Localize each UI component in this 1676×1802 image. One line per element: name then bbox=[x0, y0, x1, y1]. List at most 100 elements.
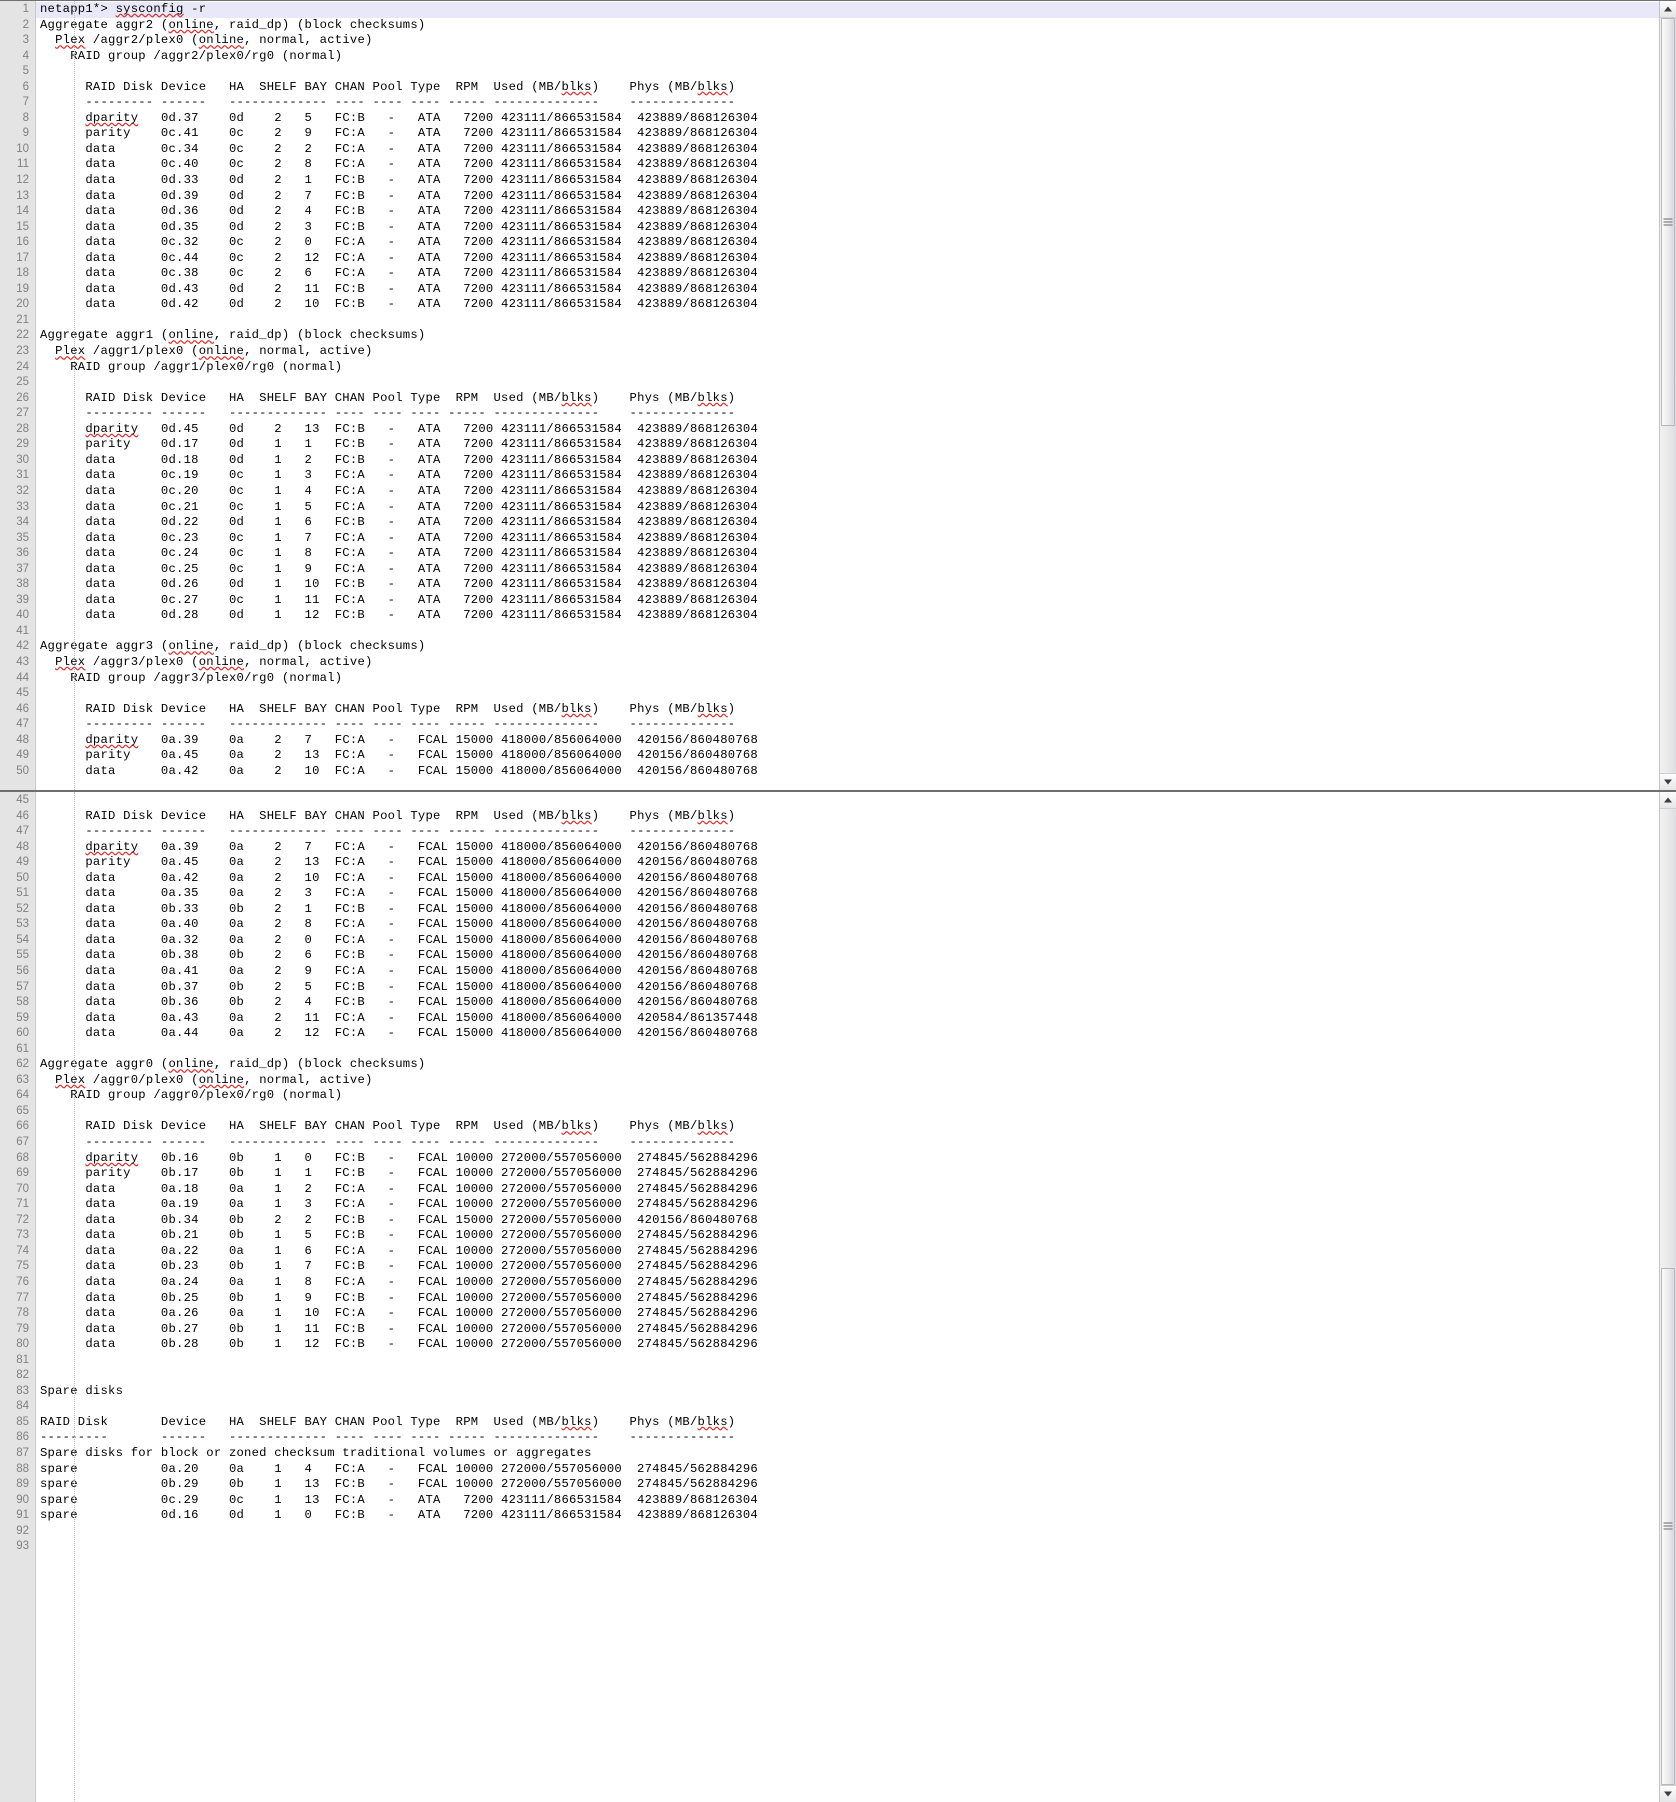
vertical-scrollbar-bottom[interactable] bbox=[1659, 792, 1676, 1802]
code-line[interactable]: RAID Disk Device HA SHELF BAY CHAN Pool … bbox=[36, 1119, 1659, 1135]
code-line[interactable]: Plex /aggr0/plex0 (online, normal, activ… bbox=[36, 1073, 1659, 1089]
scrollbar-thumb-top[interactable] bbox=[1661, 18, 1675, 426]
code-line[interactable]: Aggregate aggr2 (online, raid_dp) (block… bbox=[36, 18, 1659, 34]
code-line[interactable]: data 0c.25 0c 1 9 FC:A - ATA 7200 423111… bbox=[36, 562, 1659, 578]
code-line[interactable]: RAID Disk Device HA SHELF BAY CHAN Pool … bbox=[36, 702, 1659, 718]
code-line[interactable]: data 0c.20 0c 1 4 FC:A - ATA 7200 423111… bbox=[36, 484, 1659, 500]
code-line[interactable]: data 0c.38 0c 2 6 FC:A - ATA 7200 423111… bbox=[36, 266, 1659, 282]
code-line[interactable] bbox=[36, 1399, 1659, 1415]
code-line[interactable]: data 0a.44 0a 2 12 FC:A - FCAL 15000 418… bbox=[36, 1026, 1659, 1042]
code-line[interactable]: data 0d.43 0d 2 11 FC:B - ATA 7200 42311… bbox=[36, 282, 1659, 298]
code-line[interactable]: data 0b.25 0b 1 9 FC:B - FCAL 10000 2720… bbox=[36, 1291, 1659, 1307]
code-line[interactable]: data 0d.42 0d 2 10 FC:B - ATA 7200 42311… bbox=[36, 297, 1659, 313]
code-line[interactable]: parity 0d.17 0d 1 1 FC:B - ATA 7200 4231… bbox=[36, 437, 1659, 453]
code-line[interactable] bbox=[36, 64, 1659, 80]
code-line[interactable]: spare 0d.16 0d 1 0 FC:B - ATA 7200 42311… bbox=[36, 1508, 1659, 1524]
code-line[interactable]: netapp1*> sysconfig -r bbox=[36, 2, 1659, 18]
code-line[interactable]: data 0b.21 0b 1 5 FC:B - FCAL 10000 2720… bbox=[36, 1228, 1659, 1244]
code-line[interactable]: Plex /aggr3/plex0 (online, normal, activ… bbox=[36, 655, 1659, 671]
code-line[interactable]: Plex /aggr2/plex0 (online, normal, activ… bbox=[36, 33, 1659, 49]
code-line[interactable] bbox=[36, 1353, 1659, 1369]
code-line[interactable]: RAID Disk Device HA SHELF BAY CHAN Pool … bbox=[36, 809, 1659, 825]
code-line[interactable]: --------- ------ ------------- ---- ----… bbox=[36, 1430, 1659, 1446]
code-line[interactable]: --------- ------ ------------- ---- ----… bbox=[36, 717, 1659, 733]
code-line[interactable] bbox=[36, 793, 1659, 809]
code-line[interactable]: RAID group /aggr3/plex0/rg0 (normal) bbox=[36, 671, 1659, 687]
code-line[interactable]: dparity 0a.39 0a 2 7 FC:A - FCAL 15000 4… bbox=[36, 733, 1659, 749]
code-line[interactable]: data 0c.21 0c 1 5 FC:A - ATA 7200 423111… bbox=[36, 500, 1659, 516]
vertical-scrollbar-top[interactable] bbox=[1659, 1, 1676, 790]
code-text-area-bottom[interactable]: RAID Disk Device HA SHELF BAY CHAN Pool … bbox=[36, 792, 1659, 1802]
code-line[interactable]: data 0b.38 0b 2 6 FC:B - FCAL 15000 4180… bbox=[36, 948, 1659, 964]
code-line[interactable]: --------- ------ ------------- ---- ----… bbox=[36, 406, 1659, 422]
code-text-area-top[interactable]: netapp1*> sysconfig -r Aggregate aggr2 (o… bbox=[36, 1, 1659, 790]
code-line[interactable]: data 0c.19 0c 1 3 FC:A - ATA 7200 423111… bbox=[36, 468, 1659, 484]
code-line[interactable]: RAID Disk Device HA SHELF BAY CHAN Pool … bbox=[36, 1415, 1659, 1431]
code-line[interactable]: data 0a.24 0a 1 8 FC:A - FCAL 10000 2720… bbox=[36, 1275, 1659, 1291]
code-line[interactable]: Aggregate aggr1 (online, raid_dp) (block… bbox=[36, 328, 1659, 344]
code-line[interactable]: --------- ------ ------------- ---- ----… bbox=[36, 824, 1659, 840]
code-line[interactable]: Spare disks for block or zoned checksum … bbox=[36, 1446, 1659, 1462]
code-line[interactable]: spare 0b.29 0b 1 13 FC:B - FCAL 10000 27… bbox=[36, 1477, 1659, 1493]
code-line[interactable]: data 0d.26 0d 1 10 FC:B - ATA 7200 42311… bbox=[36, 577, 1659, 593]
code-line[interactable]: data 0c.34 0c 2 2 FC:A - ATA 7200 423111… bbox=[36, 142, 1659, 158]
code-line[interactable]: dparity 0d.45 0d 2 13 FC:B - ATA 7200 42… bbox=[36, 422, 1659, 438]
code-line[interactable]: data 0c.44 0c 2 12 FC:A - ATA 7200 42311… bbox=[36, 251, 1659, 267]
code-line[interactable]: data 0d.39 0d 2 7 FC:B - ATA 7200 423111… bbox=[36, 189, 1659, 205]
code-line[interactable]: dparity 0a.39 0a 2 7 FC:A - FCAL 15000 4… bbox=[36, 840, 1659, 856]
code-line[interactable]: data 0a.32 0a 2 0 FC:A - FCAL 15000 4180… bbox=[36, 933, 1659, 949]
code-line[interactable]: data 0a.42 0a 2 10 FC:A - FCAL 15000 418… bbox=[36, 764, 1659, 780]
scroll-up-button-bottom[interactable] bbox=[1660, 792, 1676, 809]
scrollbar-thumb-bottom[interactable] bbox=[1661, 1267, 1675, 1785]
code-line[interactable] bbox=[36, 1539, 1659, 1555]
code-line[interactable]: RAID group /aggr0/plex0/rg0 (normal) bbox=[36, 1088, 1659, 1104]
code-line[interactable]: data 0b.23 0b 1 7 FC:B - FCAL 10000 2720… bbox=[36, 1259, 1659, 1275]
code-line[interactable]: RAID Disk Device HA SHELF BAY CHAN Pool … bbox=[36, 391, 1659, 407]
code-line[interactable]: data 0a.22 0a 1 6 FC:A - FCAL 10000 2720… bbox=[36, 1244, 1659, 1260]
code-line[interactable]: data 0a.26 0a 1 10 FC:A - FCAL 10000 272… bbox=[36, 1306, 1659, 1322]
scroll-down-button-top[interactable] bbox=[1660, 773, 1676, 790]
scroll-up-button-top[interactable] bbox=[1660, 1, 1676, 18]
code-line[interactable]: data 0d.22 0d 1 6 FC:B - ATA 7200 423111… bbox=[36, 515, 1659, 531]
code-line[interactable]: parity 0a.45 0a 2 13 FC:A - FCAL 15000 4… bbox=[36, 855, 1659, 871]
code-line[interactable]: data 0a.40 0a 2 8 FC:A - FCAL 15000 4180… bbox=[36, 917, 1659, 933]
code-line[interactable]: data 0b.33 0b 2 1 FC:B - FCAL 15000 4180… bbox=[36, 902, 1659, 918]
code-line[interactable]: data 0c.27 0c 1 11 FC:A - ATA 7200 42311… bbox=[36, 593, 1659, 609]
code-line[interactable]: spare 0a.20 0a 1 4 FC:A - FCAL 10000 272… bbox=[36, 1462, 1659, 1478]
code-line[interactable]: spare 0c.29 0c 1 13 FC:A - ATA 7200 4231… bbox=[36, 1493, 1659, 1509]
code-line[interactable]: Aggregate aggr3 (online, raid_dp) (block… bbox=[36, 639, 1659, 655]
code-line[interactable]: data 0b.34 0b 2 2 FC:B - FCAL 15000 2720… bbox=[36, 1213, 1659, 1229]
code-line[interactable]: data 0d.18 0d 1 2 FC:B - ATA 7200 423111… bbox=[36, 453, 1659, 469]
code-line[interactable] bbox=[36, 1368, 1659, 1384]
code-line[interactable]: data 0a.41 0a 2 9 FC:A - FCAL 15000 4180… bbox=[36, 964, 1659, 980]
code-line[interactable]: data 0a.18 0a 1 2 FC:A - FCAL 10000 2720… bbox=[36, 1182, 1659, 1198]
scroll-down-button-bottom[interactable] bbox=[1660, 1785, 1676, 1802]
code-line[interactable]: data 0c.23 0c 1 7 FC:A - ATA 7200 423111… bbox=[36, 531, 1659, 547]
code-line[interactable]: Aggregate aggr0 (online, raid_dp) (block… bbox=[36, 1057, 1659, 1073]
code-line[interactable]: data 0a.19 0a 1 3 FC:A - FCAL 10000 2720… bbox=[36, 1197, 1659, 1213]
code-line[interactable]: parity 0b.17 0b 1 1 FC:B - FCAL 10000 27… bbox=[36, 1166, 1659, 1182]
code-line[interactable]: dparity 0b.16 0b 1 0 FC:B - FCAL 10000 2… bbox=[36, 1151, 1659, 1167]
code-line[interactable]: data 0a.35 0a 2 3 FC:A - FCAL 15000 4180… bbox=[36, 886, 1659, 902]
code-line[interactable] bbox=[36, 313, 1659, 329]
code-line[interactable]: Plex /aggr1/plex0 (online, normal, activ… bbox=[36, 344, 1659, 360]
code-line[interactable]: data 0d.33 0d 2 1 FC:B - ATA 7200 423111… bbox=[36, 173, 1659, 189]
code-line[interactable]: --------- ------ ------------- ---- ----… bbox=[36, 95, 1659, 111]
code-line[interactable]: dparity 0d.37 0d 2 5 FC:B - ATA 7200 423… bbox=[36, 111, 1659, 127]
code-line[interactable]: Spare disks bbox=[36, 1384, 1659, 1400]
code-line[interactable]: data 0b.27 0b 1 11 FC:B - FCAL 10000 272… bbox=[36, 1322, 1659, 1338]
code-line[interactable]: data 0a.42 0a 2 10 FC:A - FCAL 15000 418… bbox=[36, 871, 1659, 887]
code-line[interactable] bbox=[36, 1104, 1659, 1120]
code-line[interactable]: data 0a.43 0a 2 11 FC:A - FCAL 15000 418… bbox=[36, 1011, 1659, 1027]
code-line[interactable]: data 0d.28 0d 1 12 FC:B - ATA 7200 42311… bbox=[36, 608, 1659, 624]
code-line[interactable]: data 0c.32 0c 2 0 FC:A - ATA 7200 423111… bbox=[36, 235, 1659, 251]
code-line[interactable] bbox=[36, 686, 1659, 702]
code-line[interactable] bbox=[36, 1524, 1659, 1540]
code-line[interactable]: data 0b.37 0b 2 5 FC:B - FCAL 15000 4180… bbox=[36, 980, 1659, 996]
code-line[interactable]: data 0b.36 0b 2 4 FC:B - FCAL 15000 4180… bbox=[36, 995, 1659, 1011]
code-line[interactable]: RAID group /aggr1/plex0/rg0 (normal) bbox=[36, 360, 1659, 376]
code-line[interactable] bbox=[36, 624, 1659, 640]
code-line[interactable]: RAID group /aggr2/plex0/rg0 (normal) bbox=[36, 49, 1659, 65]
code-line[interactable] bbox=[36, 1042, 1659, 1058]
code-line[interactable]: data 0c.24 0c 1 8 FC:A - ATA 7200 423111… bbox=[36, 546, 1659, 562]
